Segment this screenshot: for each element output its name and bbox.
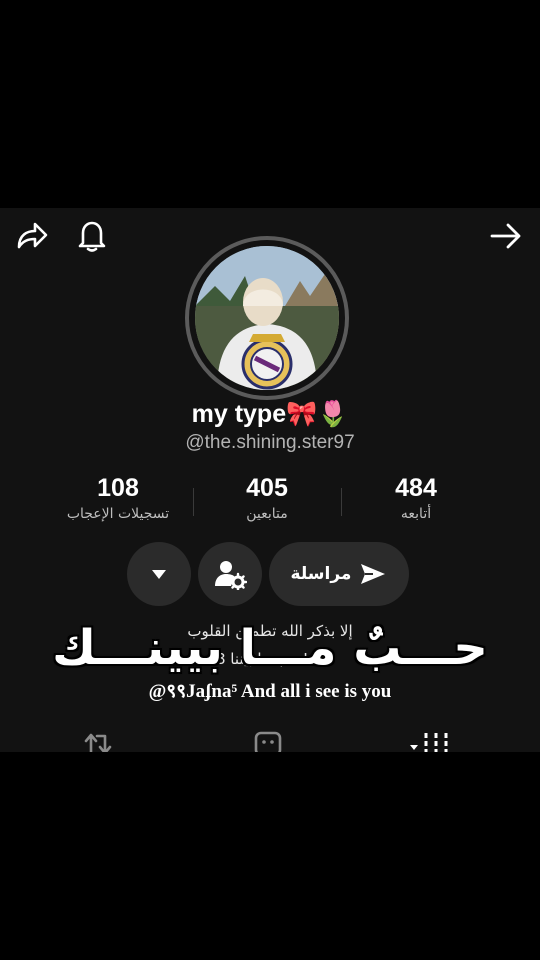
send-icon [361,564,386,584]
arrow-right-icon[interactable] [486,216,526,256]
likes-count: 108 [97,474,139,502]
following-label: أتابعه [400,506,432,522]
display-name: my type🎀🌷 [191,400,349,428]
person-gear-icon [215,561,247,590]
bell-icon[interactable] [72,216,112,256]
profile-settings-button[interactable] [198,542,262,606]
likes-stat[interactable]: 108 تسجيلات الإعجاب [38,472,198,524]
private-likes-icon[interactable] [252,728,284,752]
profile-screen: my type🎀🌷 @the.shining.ster97 108 تسجيلا… [0,208,540,752]
followers-label: متابعين [246,506,288,522]
following-count: 484 [395,474,437,502]
share-icon[interactable] [12,216,52,256]
message-button[interactable]: مراسلة [269,542,409,606]
repost-icon[interactable] [82,728,116,752]
username: @the.shining.ster97 [185,432,355,453]
likes-label: تسجيلات الإعجاب [66,506,170,522]
following-stat[interactable]: 484 أتابعه [336,472,496,524]
more-dropdown-button[interactable] [127,542,191,606]
bio-line-3: @९९Jaʄna⁵ And all i see is you [148,681,392,702]
overlay-caption: حـــبٌ مـــا بيينـــك [52,620,488,676]
followers-count: 405 [246,474,288,502]
grid-icon[interactable] [408,728,454,752]
message-label: مراسلة [290,564,352,584]
caret-down-icon [152,570,166,579]
followers-stat[interactable]: 405 متابعين [187,472,347,524]
avatar-ring[interactable] [185,236,349,400]
avatar [195,246,339,390]
